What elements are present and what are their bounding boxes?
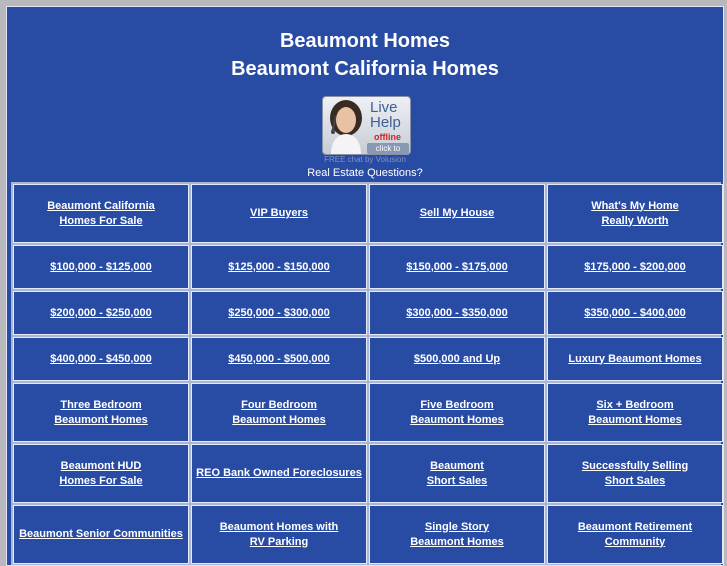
link-retirement-community[interactable]: Beaumont Retirement Community bbox=[578, 520, 692, 550]
link-price-range[interactable]: $350,000 - $400,000 bbox=[584, 306, 686, 321]
link-price-range[interactable]: $400,000 - $450,000 bbox=[50, 352, 152, 367]
grid-cell: $500,000 and Up bbox=[369, 337, 545, 381]
link-reo-foreclosures[interactable]: REO Bank Owned Foreclosures bbox=[196, 466, 362, 481]
free-chat-credit: FREE chat by Volusion bbox=[324, 155, 406, 164]
agent-avatar-icon bbox=[330, 100, 362, 154]
grid-cell: $250,000 - $300,000 bbox=[191, 291, 367, 335]
page-title: Beaumont Homes bbox=[279, 30, 451, 52]
link-rv-parking[interactable]: Beaumont Homes with RV Parking bbox=[220, 520, 339, 550]
grid-cell: $300,000 - $350,000 bbox=[369, 291, 545, 335]
link-single-story[interactable]: Single Story Beaumont Homes bbox=[410, 520, 504, 550]
grid-cell: Beaumont HUD Homes For Sale bbox=[13, 444, 189, 503]
grid-cell: $450,000 - $500,000 bbox=[191, 337, 367, 381]
link-short-sales[interactable]: Beaumont Short Sales bbox=[427, 459, 488, 489]
link-vip-buyers[interactable]: VIP Buyers bbox=[250, 206, 308, 221]
link-price-range[interactable]: $450,000 - $500,000 bbox=[228, 352, 330, 367]
link-home-worth[interactable]: What's My Home Really Worth bbox=[591, 199, 679, 229]
grid-cell: Beaumont California Homes For Sale bbox=[13, 184, 189, 243]
link-price-range[interactable]: $200,000 - $250,000 bbox=[50, 306, 152, 321]
live-help-button[interactable]: Live Help offline click to email bbox=[322, 96, 411, 155]
link-price-range[interactable]: $150,000 - $175,000 bbox=[406, 260, 508, 275]
grid-cell: Five Bedroom Beaumont Homes bbox=[369, 383, 545, 442]
link-homes-for-sale[interactable]: Beaumont California Homes For Sale bbox=[47, 199, 155, 229]
grid-cell: Beaumont Short Sales bbox=[369, 444, 545, 503]
grid-cell: Sell My House bbox=[369, 184, 545, 243]
grid-cell: Single Story Beaumont Homes bbox=[369, 505, 545, 564]
grid-cell: Beaumont Senior Communities bbox=[13, 505, 189, 564]
grid-cell: VIP Buyers bbox=[191, 184, 367, 243]
grid-cell: $125,000 - $150,000 bbox=[191, 245, 367, 289]
page-subtitle: Beaumont California Homes bbox=[231, 58, 499, 80]
link-price-range[interactable]: $250,000 - $300,000 bbox=[228, 306, 330, 321]
link-bedroom-homes[interactable]: Six + Bedroom Beaumont Homes bbox=[588, 398, 682, 428]
link-luxury-homes[interactable]: Luxury Beaumont Homes bbox=[568, 352, 701, 367]
grid-cell: $100,000 - $125,000 bbox=[13, 245, 189, 289]
grid-cell: Beaumont Homes with RV Parking bbox=[191, 505, 367, 564]
links-grid: Beaumont California Homes For Sale VIP B… bbox=[11, 182, 723, 565]
grid-cell: Three Bedroom Beaumont Homes bbox=[13, 383, 189, 442]
link-hud-homes[interactable]: Beaumont HUD Homes For Sale bbox=[59, 459, 142, 489]
link-bedroom-homes[interactable]: Four Bedroom Beaumont Homes bbox=[232, 398, 326, 428]
grid-cell: Successfully Selling Short Sales bbox=[547, 444, 723, 503]
click-to-email-label: click to email bbox=[367, 143, 409, 154]
link-price-range[interactable]: $125,000 - $150,000 bbox=[228, 260, 330, 275]
grid-cell: $150,000 - $175,000 bbox=[369, 245, 545, 289]
real-estate-questions-text: Real Estate Questions? bbox=[307, 167, 423, 179]
link-price-range[interactable]: $175,000 - $200,000 bbox=[584, 260, 686, 275]
grid-cell: Beaumont Retirement Community bbox=[547, 505, 723, 564]
grid-cell: $200,000 - $250,000 bbox=[13, 291, 189, 335]
grid-cell: Four Bedroom Beaumont Homes bbox=[191, 383, 367, 442]
grid-cell: What's My Home Really Worth bbox=[547, 184, 723, 243]
link-sell-my-house[interactable]: Sell My House bbox=[420, 206, 495, 221]
link-price-range[interactable]: $100,000 - $125,000 bbox=[50, 260, 152, 275]
link-price-range[interactable]: $300,000 - $350,000 bbox=[406, 306, 508, 321]
grid-cell: $175,000 - $200,000 bbox=[547, 245, 723, 289]
grid-cell: $350,000 - $400,000 bbox=[547, 291, 723, 335]
link-selling-short-sales[interactable]: Successfully Selling Short Sales bbox=[582, 459, 688, 489]
link-bedroom-homes[interactable]: Three Bedroom Beaumont Homes bbox=[54, 398, 148, 428]
link-senior-communities[interactable]: Beaumont Senior Communities bbox=[19, 527, 183, 542]
grid-cell: $400,000 - $450,000 bbox=[13, 337, 189, 381]
link-price-range[interactable]: $500,000 and Up bbox=[414, 352, 500, 367]
grid-cell: Six + Bedroom Beaumont Homes bbox=[547, 383, 723, 442]
live-help-status: offline bbox=[374, 132, 401, 142]
grid-cell: Luxury Beaumont Homes bbox=[547, 337, 723, 381]
grid-cell: REO Bank Owned Foreclosures bbox=[191, 444, 367, 503]
link-bedroom-homes[interactable]: Five Bedroom Beaumont Homes bbox=[410, 398, 504, 428]
live-help-label-line2: Help bbox=[370, 114, 401, 131]
page-header: Beaumont Homes Beaumont California Homes bbox=[7, 27, 723, 83]
page-container: Beaumont Homes Beaumont California Homes… bbox=[6, 6, 724, 566]
